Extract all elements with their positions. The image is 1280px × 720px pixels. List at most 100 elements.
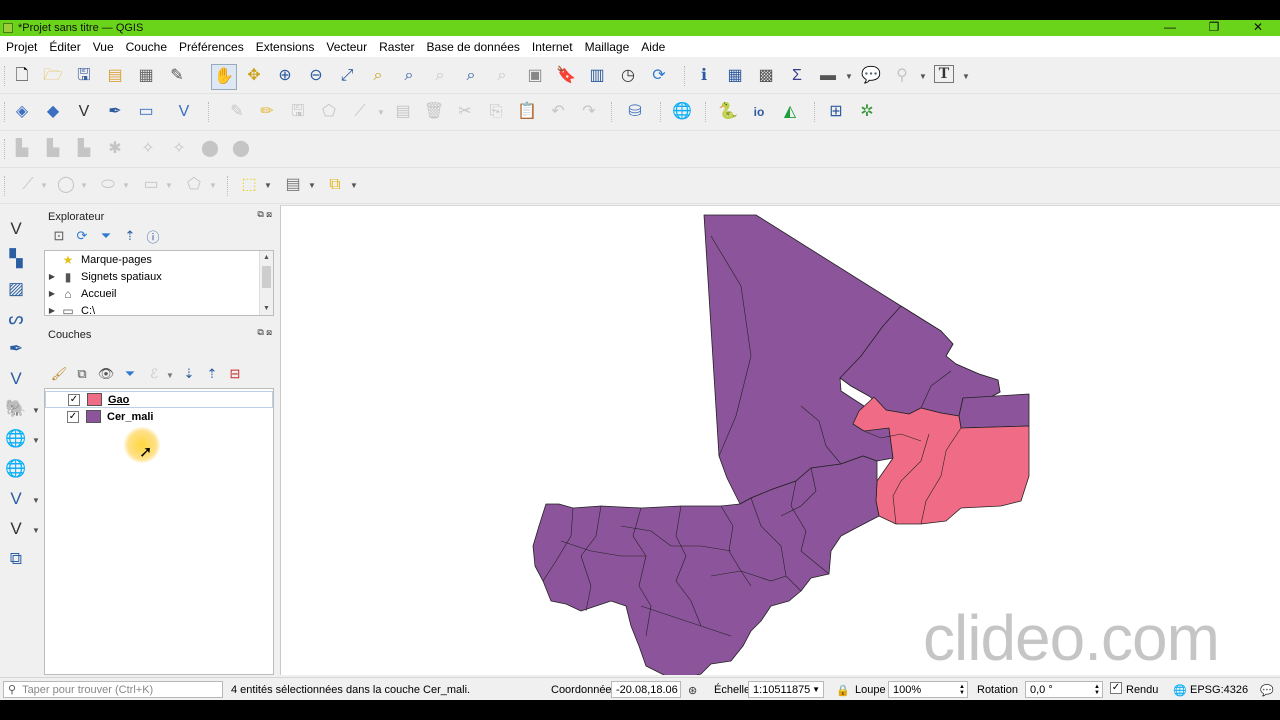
menu-maillage[interactable]: Maillage <box>579 40 636 54</box>
filter-expression-icon[interactable]: ℰ <box>145 365 163 383</box>
select-by-value-icon[interactable]: ▤ <box>282 174 304 196</box>
shape-tool-4-icon[interactable]: ▭ <box>140 174 162 196</box>
scale-combobox[interactable]: 1:10511875 ▼ <box>748 681 824 698</box>
crs-label[interactable]: EPSG:4326 <box>1190 684 1248 696</box>
chevron-down-icon[interactable]: ▼ <box>845 72 853 81</box>
shape-tool-5-icon[interactable]: ⬠ <box>183 174 205 196</box>
minimize-button[interactable]: — <box>1148 20 1192 36</box>
locator-search-input[interactable]: ⚲ Taper pour trouver (Ctrl+K) <box>3 681 223 698</box>
vertex-tool-icon[interactable]: ⟋ <box>349 101 371 123</box>
chevron-down-icon[interactable]: ▼ <box>40 181 48 190</box>
close-button[interactable]: ✕ <box>1236 20 1280 36</box>
open-attribute-table-icon[interactable]: ▦ <box>724 65 746 87</box>
expand-arrow-icon[interactable]: ▶ <box>45 289 59 298</box>
chevron-down-icon[interactable]: ▼ <box>122 181 130 190</box>
chevron-down-icon[interactable]: ▼ <box>308 181 316 190</box>
remove-layer-icon[interactable]: ⊟ <box>226 365 244 383</box>
identify-features-icon[interactable]: ℹ <box>693 65 715 87</box>
statistics-summary-icon[interactable]: Σ <box>786 65 808 87</box>
add-postgis-icon[interactable]: 🐘 <box>4 397 28 421</box>
magnifier-spinbox[interactable]: 100% ▲ ▼ <box>888 681 968 698</box>
digitize-tool-7-icon[interactable]: ⬤ <box>199 138 221 160</box>
new-bookmark-icon[interactable]: 🔖 <box>555 65 577 87</box>
tree-item-drive-c[interactable]: ▶ ▭ C:\ <box>45 302 259 316</box>
tree-item-bookmarks[interactable]: ★ Marque-pages <box>45 251 259 268</box>
plugin-io-icon[interactable]: io <box>748 101 770 123</box>
db-manager-icon[interactable]: ⛁ <box>624 101 646 123</box>
layer-symbol-swatch[interactable] <box>87 393 102 406</box>
crs-globe-icon[interactable]: 🌐 <box>1173 684 1187 697</box>
spin-arrows-icon[interactable]: ▲ ▼ <box>959 684 965 696</box>
redo-icon[interactable]: ↷ <box>578 101 600 123</box>
layer-styling-icon[interactable]: 🖌 <box>50 365 68 383</box>
layer-name[interactable]: Cer_mali <box>107 411 153 423</box>
new-geopackage-layer-icon[interactable]: ◆ <box>42 101 64 123</box>
map-feature-south[interactable] <box>532 455 880 675</box>
paste-features-icon[interactable]: 📋 <box>516 101 538 123</box>
chevron-down-icon[interactable]: ▼ <box>377 108 385 117</box>
layer-visibility-checkbox[interactable]: ✓ <box>67 410 79 423</box>
map-canvas[interactable]: clideo.com <box>280 205 1280 675</box>
messages-icon[interactable]: 💬 <box>1260 684 1274 697</box>
tree-item-spatial-bookmarks[interactable]: ▶ ▮ Signets spatiaux <box>45 268 259 285</box>
add-group-icon[interactable]: ⧉ <box>73 365 91 383</box>
field-calculator-icon[interactable]: ▩ <box>755 65 777 87</box>
menu-preferences[interactable]: Préférences <box>173 40 250 54</box>
toggle-editing-icon[interactable]: ✏ <box>256 101 278 123</box>
digitize-tool-1-icon[interactable]: ▙ <box>11 138 33 160</box>
add-virtual-layer-icon[interactable]: V <box>4 517 28 541</box>
add-delimited-text-icon[interactable]: ᔕ <box>4 307 28 331</box>
menu-aide[interactable]: Aide <box>635 40 671 54</box>
collapse-all-icon[interactable]: ⇡ <box>121 227 139 245</box>
cut-features-icon[interactable]: ✂ <box>454 101 476 123</box>
style-manager-icon[interactable]: ✎ <box>166 65 188 87</box>
digitize-tool-5-icon[interactable]: ✧ <box>137 138 159 160</box>
chevron-down-icon[interactable]: ▼ <box>962 72 970 81</box>
menu-editer[interactable]: Éditer <box>43 40 86 54</box>
add-wms-layer-icon[interactable]: 🌐 <box>4 427 28 451</box>
expand-all-icon[interactable]: ⇣ <box>180 365 198 383</box>
layer-row-gao[interactable]: ✓ Gao <box>45 391 273 408</box>
expand-arrow-icon[interactable]: ▶ <box>45 272 59 281</box>
zoom-out-icon[interactable]: ⊖ <box>305 65 327 87</box>
metasearch-icon[interactable]: 🌐 <box>671 101 693 123</box>
add-gps-layer-icon[interactable]: ✒ <box>4 337 28 361</box>
menu-vue[interactable]: Vue <box>87 40 120 54</box>
add-raster-layer-icon[interactable]: ▚ <box>4 247 28 271</box>
rotation-spinbox[interactable]: 0,0 ° ▲ ▼ <box>1025 681 1103 698</box>
shape-tool-1-icon[interactable]: ⟋ <box>17 174 39 196</box>
data-source-manager-icon[interactable]: ◈ <box>11 101 33 123</box>
zoom-to-selection-icon[interactable]: ⌕ <box>367 65 389 87</box>
zoom-next-icon[interactable]: ⌕ <box>491 65 513 87</box>
chevron-down-icon[interactable]: ▼ <box>165 181 173 190</box>
menu-base-de-donnees[interactable]: Base de données <box>420 40 525 54</box>
shape-tool-2-icon[interactable]: ◯ <box>55 174 77 196</box>
digitize-tool-4-icon[interactable]: ✱ <box>104 138 126 160</box>
scroll-thumb[interactable] <box>262 266 271 288</box>
open-project-icon[interactable]: 🗁 <box>42 65 64 87</box>
copy-features-icon[interactable]: ⎘ <box>485 101 507 123</box>
menu-projet[interactable]: Projet <box>0 40 43 54</box>
save-edits-icon[interactable]: 🖫 <box>287 101 309 123</box>
browser-scrollbar[interactable]: ▲ ▼ <box>259 251 273 315</box>
new-print-layout-icon[interactable]: ▤ <box>104 65 126 87</box>
new-temporary-layer-icon[interactable]: ✒ <box>104 101 126 123</box>
add-wfs-layer-icon[interactable]: V <box>4 487 28 511</box>
layers-list[interactable]: ✓ Gao ✓ Cer_mali <box>44 388 274 675</box>
zoom-last-icon[interactable]: ⌕ <box>460 65 482 87</box>
maximize-button[interactable]: ❐ <box>1192 20 1236 36</box>
manage-visibility-icon[interactable]: 👁 <box>97 365 115 383</box>
new-virtual-layer-icon[interactable]: ▭ <box>135 101 157 123</box>
browser-tree[interactable]: ★ Marque-pages ▶ ▮ Signets spatiaux ▶ ⌂ … <box>44 250 274 316</box>
plugin-profile-icon[interactable]: ◭ <box>779 101 801 123</box>
new-shapefile-layer-icon[interactable]: V <box>73 101 95 123</box>
filter-legend-icon[interactable]: ⏷ <box>121 365 139 383</box>
pan-to-selection-icon[interactable]: ✥ <box>243 65 265 87</box>
text-annotation-icon[interactable]: T <box>934 65 954 83</box>
chevron-down-icon[interactable]: ▼ <box>32 526 40 535</box>
zoom-full-icon[interactable]: ⤢ <box>336 65 358 87</box>
digitize-tool-3-icon[interactable]: ▙ <box>73 138 95 160</box>
shape-tool-3-icon[interactable]: ⬭ <box>97 174 119 196</box>
extents-toggle-icon[interactable]: ⊛ <box>688 684 697 697</box>
digitize-tool-6-icon[interactable]: ✧ <box>168 138 190 160</box>
